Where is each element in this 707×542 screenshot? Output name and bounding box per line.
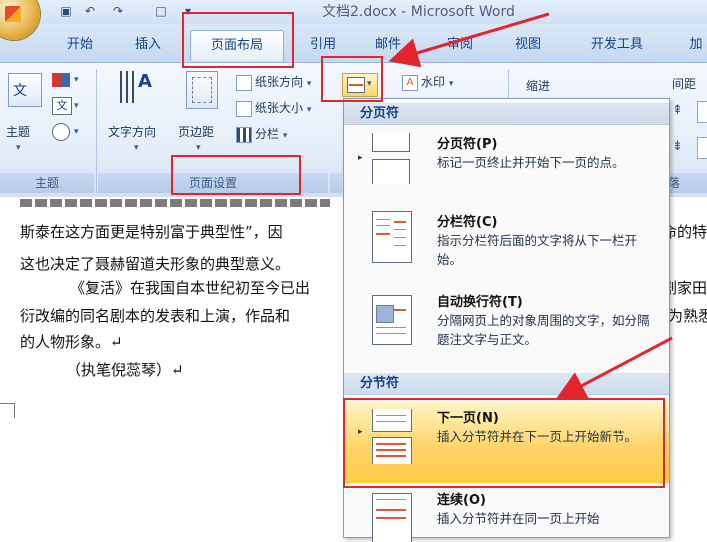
- new-document-icon[interactable]: □: [153, 3, 169, 19]
- office-logo-icon: [5, 6, 21, 22]
- group-separator: [96, 69, 97, 193]
- tab-mailings[interactable]: 邮件: [368, 32, 408, 58]
- orientation-label: 纸张方向: [255, 75, 304, 89]
- margins-dropdown-icon[interactable]: ▾: [196, 143, 201, 153]
- menu-item-page-break[interactable]: ▸ 分页符(P) 标记一页终止并开始下一页的点。: [344, 127, 669, 195]
- tab-references[interactable]: 引用: [303, 32, 343, 58]
- text-wrapping-desc: 分隔网页上的对象周围的文字，如分隔题注文字与正文。: [437, 313, 650, 347]
- continuous-section-icon: [358, 489, 412, 542]
- orientation-icon: [236, 74, 252, 91]
- size-label: 纸张大小: [255, 101, 304, 115]
- doc-line-1: 斯泰在这方面更是特别富于典型性”，因: [20, 223, 283, 241]
- column-break-icon: [358, 211, 412, 263]
- column-break-desc: 指示分栏符后面的文字将从下一栏开始。: [437, 233, 638, 267]
- menu-item-column-break[interactable]: 分栏符(C) 指示分栏符后面的文字将从下一栏开始。: [344, 205, 669, 281]
- columns-icon: [236, 126, 252, 143]
- tab-review[interactable]: 审阅: [440, 32, 480, 58]
- theme-colors-icon[interactable]: [52, 73, 70, 87]
- annotation-box-page-layout-tab: [182, 12, 294, 68]
- text-direction-button[interactable]: 文字方向: [108, 123, 156, 140]
- partial-text-line: [20, 199, 330, 207]
- margins-button[interactable]: 页边距: [178, 123, 214, 140]
- watermark-button[interactable]: A 水印 ▾: [402, 73, 453, 91]
- page-corner-mark: [0, 403, 15, 418]
- spacing-after-input[interactable]: [697, 137, 707, 159]
- spacing-before-icon[interactable]: ⇞: [672, 103, 683, 118]
- theme-button[interactable]: 主题: [6, 123, 30, 140]
- orientation-button[interactable]: 纸张方向 ▾: [236, 73, 311, 91]
- window-title: 文档2.docx - Microsoft Word: [322, 4, 515, 20]
- theme-group-label: 主题: [0, 173, 94, 193]
- theme-icon[interactable]: 文: [8, 73, 42, 107]
- watermark-label: 水印: [421, 75, 446, 89]
- theme-colors-dropdown-icon[interactable]: ▾: [74, 75, 79, 85]
- doc-line-5: 的人物形象。↵: [20, 333, 123, 351]
- text-wrapping-icon: [358, 291, 412, 345]
- annotation-box-breaks-button: [321, 56, 383, 102]
- doc-right-fragment-3: 为熟悉和: [668, 307, 707, 325]
- columns-button[interactable]: 分栏 ▾: [236, 125, 287, 143]
- continuous-desc: 插入分节符并在同一页上开始: [437, 511, 600, 526]
- annotation-box-page-setup-group: [171, 155, 301, 195]
- column-break-title: 分栏符(C): [437, 215, 498, 230]
- page-break-desc: 标记一页终止并开始下一页的点。: [437, 155, 625, 170]
- menu-item-text-wrapping[interactable]: 自动换行符(T) 分隔网页上的对象周围的文字，如分隔题注文字与正文。: [344, 285, 669, 365]
- section-section-breaks: 分节符: [344, 373, 669, 395]
- theme-effects-dropdown-icon[interactable]: ▾: [74, 127, 79, 137]
- spacing-before-input[interactable]: [697, 101, 707, 123]
- tab-developer[interactable]: 开发工具: [582, 32, 652, 58]
- columns-label: 分栏: [255, 127, 280, 141]
- redo-icon[interactable]: ↷: [110, 3, 126, 19]
- text-wrapping-title: 自动换行符(T): [437, 295, 523, 310]
- doc-line-3: 《复活》在我国自本世纪初至今已出: [70, 279, 311, 297]
- title-bar: ▣ ↶ ↷ □ ▾ 文档2.docx - Microsoft Word: [0, 0, 707, 40]
- doc-line-4: 衍改编的同名剧本的发表和上演，作品和: [20, 307, 291, 325]
- continuous-title: 连续(O): [437, 493, 486, 508]
- section-page-breaks: 分页符: [344, 103, 669, 125]
- tab-view[interactable]: 视图: [508, 32, 548, 58]
- tab-home[interactable]: 开始: [60, 32, 100, 58]
- margins-icon[interactable]: [186, 71, 218, 109]
- indent-label: 缩进: [526, 79, 551, 93]
- paper-size-icon: [236, 100, 252, 117]
- page-break-title: 分页符(P): [437, 137, 498, 152]
- theme-fonts-icon[interactable]: 文: [52, 97, 72, 115]
- text-direction-icon[interactable]: A: [118, 71, 152, 107]
- tab-insert[interactable]: 插入: [128, 32, 168, 58]
- menu-item-continuous[interactable]: 连续(O) 插入分节符并在同一页上开始: [344, 483, 669, 542]
- size-button[interactable]: 纸张大小 ▾: [236, 99, 311, 117]
- theme-fonts-dropdown-icon[interactable]: ▾: [74, 101, 79, 111]
- save-icon[interactable]: ▣: [58, 3, 74, 19]
- tab-addins[interactable]: 加: [686, 32, 706, 58]
- page-setup-label-extension: [330, 173, 342, 193]
- theme-effects-icon[interactable]: [52, 123, 70, 141]
- doc-line-2: 这也决定了聂赫留道夫形象的典型意义。: [20, 255, 291, 273]
- undo-icon[interactable]: ↶: [82, 3, 98, 19]
- annotation-box-next-page: [343, 398, 665, 488]
- paragraph-group-label: 落: [668, 173, 707, 193]
- page-break-icon: ▸: [358, 133, 412, 185]
- spacing-label: 间距: [672, 77, 697, 91]
- doc-line-6: （执笔倪蕊琴）↵: [66, 361, 184, 379]
- spacing-after-icon[interactable]: ⇟: [672, 139, 683, 154]
- theme-dropdown-icon[interactable]: ▾: [16, 143, 21, 153]
- watermark-icon: A: [402, 74, 418, 91]
- text-direction-dropdown-icon[interactable]: ▾: [134, 143, 139, 153]
